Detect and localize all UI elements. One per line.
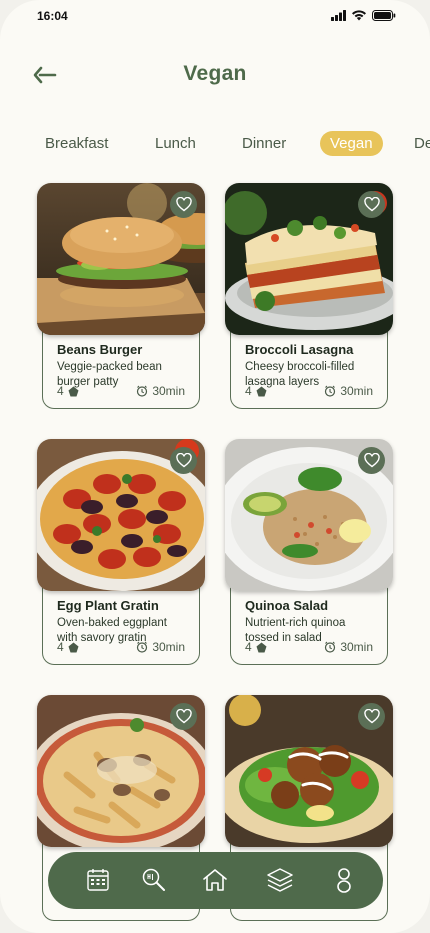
description-line: Veggie-packed bean [57,361,162,373]
recipe-image [225,439,393,591]
heart-icon [175,453,192,468]
recipe-image [37,695,205,847]
favorite-button[interactable] [170,191,197,218]
cellular-signal-icon [331,10,346,21]
tab-dinner[interactable]: Dinner [242,131,286,156]
tab-vegan[interactable]: Vegan [320,131,383,156]
cook-time: 30min [136,384,185,398]
rating-value: 4 [57,640,64,654]
rating: 4 [57,640,79,654]
rating: 4 [245,640,267,654]
recipe-image [225,183,393,335]
recipe-card-beans-burger[interactable]: Beans Burger Veggie-packed bean burger p… [37,183,205,409]
heart-icon [175,197,192,212]
cook-time: 30min [324,640,373,654]
tab-dessert[interactable]: De [414,131,430,156]
favorite-button[interactable] [358,703,385,730]
description-line: Oven-baked eggplant [57,617,167,629]
leaf-icon [68,642,79,652]
recipe-image [37,183,205,335]
rating-value: 4 [245,640,252,654]
home-icon[interactable] [201,866,229,894]
favorite-button[interactable] [170,703,197,730]
page-header: Vegan [0,58,430,92]
recipe-card-broccoli-lasagna[interactable]: Broccoli Lasagna Cheesy broccoli-filled … [225,183,393,409]
recipe-meta: 4 30min [245,384,373,398]
favorite-button[interactable] [170,447,197,474]
cook-time-value: 30min [340,640,373,654]
tab-breakfast[interactable]: Breakfast [45,131,108,156]
recipe-name: Broccoli Lasagna [245,342,354,357]
recipe-meta: 4 30min [245,640,373,654]
clock-icon [325,385,336,397]
leaf-icon [256,386,267,396]
recipe-name: Egg Plant Gratin [57,598,159,613]
favorite-button[interactable] [358,191,385,218]
recipe-meta: 4 30min [57,640,185,654]
recipe-info: Egg Plant Gratin Oven-baked eggplant wit… [42,579,200,665]
heart-icon [363,709,380,724]
recipe-info: Broccoli Lasagna Cheesy broccoli-filled … [230,323,388,409]
recipe-meta: 4 30min [57,384,185,398]
cook-time-value: 30min [340,384,373,398]
page-title: Vegan [183,62,247,85]
recipe-image [225,695,393,847]
battery-icon [372,10,396,21]
app-screen: 16:04 Vegan Breakfast Lunch Dinner Vegan… [0,0,430,933]
rating: 4 [57,384,79,398]
search-food-icon[interactable] [140,866,168,894]
clock-icon [137,385,148,397]
favorite-button[interactable] [358,447,385,474]
cook-time-value: 30min [152,384,185,398]
bottom-navigation [48,852,383,909]
cook-time-value: 30min [152,640,185,654]
clock-icon [137,641,148,653]
rating-value: 4 [245,384,252,398]
rating: 4 [245,384,267,398]
heart-icon [175,709,192,724]
recipe-image [37,439,205,591]
wifi-icon [352,10,366,21]
status-bar: 16:04 [37,8,396,26]
clock-icon [325,641,336,653]
recipe-name: Beans Burger [57,342,143,357]
cook-time: 30min [136,640,185,654]
leaf-icon [256,642,267,652]
calendar-icon[interactable] [84,866,112,894]
recipe-card-quinoa-salad[interactable]: Quinoa Salad Nutrient-rich quinoa tossed… [225,439,393,665]
category-tabs: Breakfast Lunch Dinner Vegan De [0,131,430,157]
leaf-icon [68,386,79,396]
recipe-card-egg-plant-gratin[interactable]: Egg Plant Gratin Oven-baked eggplant wit… [37,439,205,665]
status-time: 16:04 [37,9,68,23]
rating-value: 4 [57,384,64,398]
description-line: Cheesy broccoli-filled [245,361,355,373]
layers-icon[interactable] [266,866,294,894]
cook-time: 30min [324,384,373,398]
description-line: Nutrient-rich quinoa [245,617,346,629]
profile-icon[interactable] [330,866,358,894]
recipe-info: Quinoa Salad Nutrient-rich quinoa tossed… [230,579,388,665]
heart-icon [363,453,380,468]
recipe-name: Quinoa Salad [245,598,329,613]
heart-icon [363,197,380,212]
tab-lunch[interactable]: Lunch [155,131,196,156]
recipe-info: Beans Burger Veggie-packed bean burger p… [42,323,200,409]
status-icons [331,10,396,21]
